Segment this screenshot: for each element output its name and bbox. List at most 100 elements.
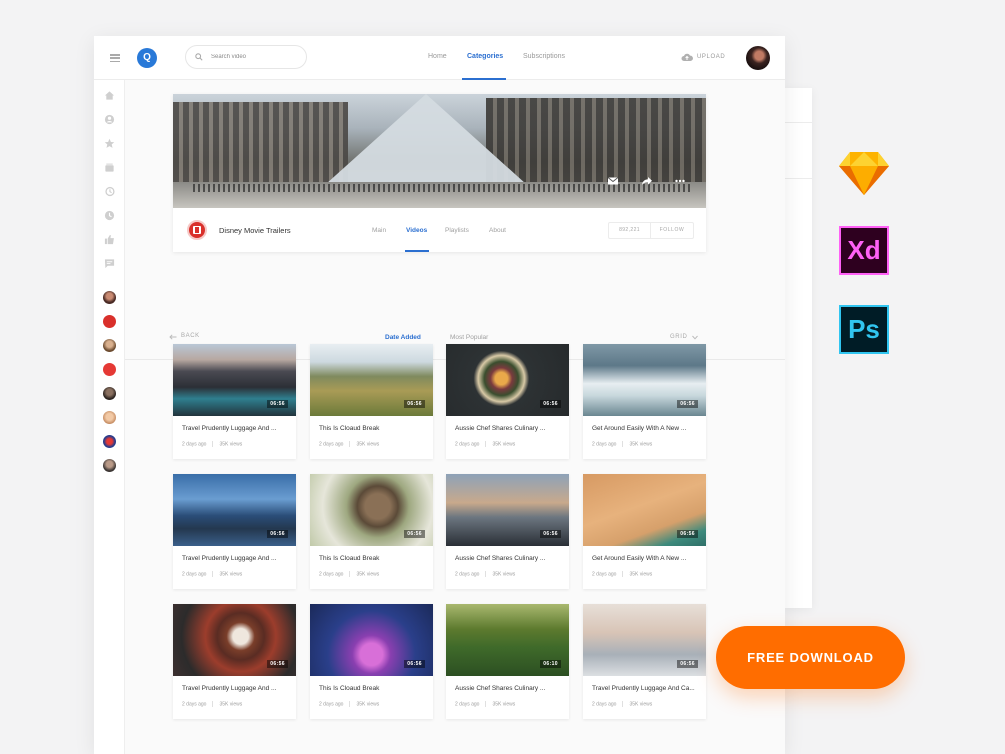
video-meta: 2 days ago 35K views (182, 441, 242, 447)
video-card[interactable]: 06:56 Get Around Easily With A New ... 2 d… (583, 344, 706, 459)
subscription-avatar[interactable] (103, 339, 116, 352)
video-thumbnail[interactable]: 06:56 (583, 344, 706, 416)
video-meta: 2 days ago 35K views (592, 571, 652, 577)
video-thumbnail[interactable]: 06:56 (173, 474, 296, 546)
subscription-avatar[interactable] (103, 387, 116, 400)
subscription-avatar[interactable] (103, 411, 116, 424)
video-thumbnail[interactable]: 06:56 (310, 344, 433, 416)
app-logo[interactable]: Q (137, 48, 157, 68)
subscription-avatar[interactable] (103, 459, 116, 472)
video-duration: 06:56 (404, 400, 425, 408)
video-title[interactable]: Aussie Chef Shares Culinary ... (455, 555, 563, 562)
video-age: 2 days ago (455, 571, 480, 578)
share-icon[interactable] (641, 176, 653, 186)
video-thumbnail[interactable]: 06:56 (310, 474, 433, 546)
video-views: 35K views (629, 571, 653, 578)
video-thumbnail[interactable]: 06:10 (446, 604, 569, 676)
video-card[interactable]: 06:56 Get Around Easily With A New ... 2 d… (583, 474, 706, 589)
video-card[interactable]: 06:56 This Is Cloaud Break 2 days ago 35K v… (310, 344, 433, 459)
tab-playlists[interactable]: Playlists (445, 227, 469, 234)
video-duration: 06:56 (677, 400, 698, 408)
video-title[interactable]: Travel Prudently Luggage And ... (182, 555, 290, 562)
channel-avatar[interactable] (187, 220, 207, 240)
video-title[interactable]: This Is Cloaud Break (319, 555, 427, 562)
subscriptions-icon[interactable] (104, 162, 115, 173)
search-input[interactable] (211, 50, 299, 64)
video-card[interactable]: 06:56 Aussie Chef Shares Culinary ... 2 da… (446, 474, 569, 589)
arrow-left-icon (169, 334, 177, 340)
nav-categories[interactable]: Categories (467, 53, 503, 60)
video-card[interactable]: 06:56 Travel Prudently Luggage And Ca... 2… (583, 604, 706, 719)
video-thumbnail[interactable]: 06:56 (446, 474, 569, 546)
subscription-avatar[interactable] (103, 291, 116, 304)
video-duration: 06:56 (540, 530, 561, 538)
video-meta: 2 days ago 35K views (319, 701, 379, 707)
chevron-down-icon (692, 335, 698, 340)
subscription-avatar[interactable] (103, 435, 116, 448)
subscription-avatar[interactable] (103, 363, 116, 376)
meta-separator (622, 441, 624, 447)
filter-date-added[interactable]: Date Added (385, 334, 421, 341)
video-title[interactable]: Travel Prudently Luggage And ... (182, 685, 290, 692)
video-card[interactable]: 06:56 This Is Cloaud Break 2 days ago 35K v… (310, 604, 433, 719)
video-thumbnail[interactable]: 06:56 (446, 344, 569, 416)
video-thumbnail[interactable]: 06:56 (310, 604, 433, 676)
history-icon[interactable] (104, 186, 115, 197)
subscription-avatar[interactable] (103, 315, 116, 328)
video-title[interactable]: Get Around Easily With A New ... (592, 425, 700, 432)
tab-videos[interactable]: Videos (406, 227, 427, 234)
tab-main[interactable]: Main (372, 227, 386, 234)
tab-about[interactable]: About (489, 227, 506, 234)
meta-separator (212, 571, 214, 577)
video-thumbnail[interactable]: 06:56 (173, 344, 296, 416)
video-card[interactable]: 06:56 Aussie Chef Shares Culinary ... 2 da… (446, 344, 569, 459)
video-card[interactable]: 06:56 Travel Prudently Luggage And ... 2 d… (173, 344, 296, 459)
video-thumbnail[interactable]: 06:56 (173, 604, 296, 676)
thumbs-up-icon[interactable] (104, 234, 115, 245)
video-thumbnail[interactable]: 06:56 (583, 474, 706, 546)
video-title[interactable]: Travel Prudently Luggage And ... (182, 425, 290, 432)
video-age: 2 days ago (182, 571, 207, 578)
home-icon[interactable] (104, 90, 115, 101)
video-meta: 2 days ago 35K views (455, 441, 515, 447)
account-icon[interactable] (104, 114, 115, 125)
video-thumbnail[interactable]: 06:56 (583, 604, 706, 676)
video-title[interactable]: Aussie Chef Shares Culinary ... (455, 425, 563, 432)
video-views: 35K views (629, 441, 653, 448)
meta-separator (485, 571, 487, 577)
nav-home[interactable]: Home (428, 53, 447, 60)
video-age: 2 days ago (319, 571, 344, 578)
video-card[interactable]: 06:56 Travel Prudently Luggage And ... 2 d… (173, 604, 296, 719)
video-views: 35K views (219, 701, 243, 708)
video-views: 35K views (629, 701, 653, 708)
message-icon[interactable] (607, 176, 619, 186)
video-title[interactable]: Travel Prudently Luggage And Ca... (592, 685, 700, 692)
video-title[interactable]: This Is Cloaud Break (319, 685, 427, 692)
video-card[interactable]: 06:56 This Is Cloaud Break 2 days ago 35K v… (310, 474, 433, 589)
subscribe-box: 892,221 FOLLOW (608, 222, 694, 239)
video-meta: 2 days ago 35K views (455, 701, 515, 707)
more-icon[interactable] (674, 176, 686, 186)
free-download-button[interactable]: FREE DOWNLOAD (716, 626, 905, 689)
back-button[interactable]: BACK (169, 333, 200, 340)
comment-icon[interactable] (104, 258, 115, 269)
video-card[interactable]: 06:56 Travel Prudently Luggage And ... 2 d… (173, 474, 296, 589)
video-title[interactable]: This Is Cloaud Break (319, 425, 427, 432)
user-avatar[interactable] (746, 46, 770, 70)
star-icon[interactable] (104, 138, 115, 149)
nav-subscriptions[interactable]: Subscriptions (523, 53, 565, 60)
video-title[interactable]: Get Around Easily With A New ... (592, 555, 700, 562)
upload-label: UPLOAD (697, 54, 726, 60)
video-views: 35K views (492, 441, 516, 448)
watch-later-icon[interactable] (104, 210, 115, 221)
video-views: 35K views (356, 571, 380, 578)
view-mode-select[interactable]: GRID (670, 334, 698, 340)
video-meta: 2 days ago 35K views (592, 701, 652, 707)
video-card[interactable]: 06:10 Aussie Chef Shares Culinary ... 2 da… (446, 604, 569, 719)
hamburger-menu-icon[interactable] (110, 54, 120, 63)
search-box[interactable] (185, 45, 307, 69)
filter-most-popular[interactable]: Most Popular (450, 334, 488, 341)
video-title[interactable]: Aussie Chef Shares Culinary ... (455, 685, 563, 692)
follow-button[interactable]: FOLLOW (651, 223, 693, 238)
video-meta: 2 days ago 35K views (319, 441, 379, 447)
